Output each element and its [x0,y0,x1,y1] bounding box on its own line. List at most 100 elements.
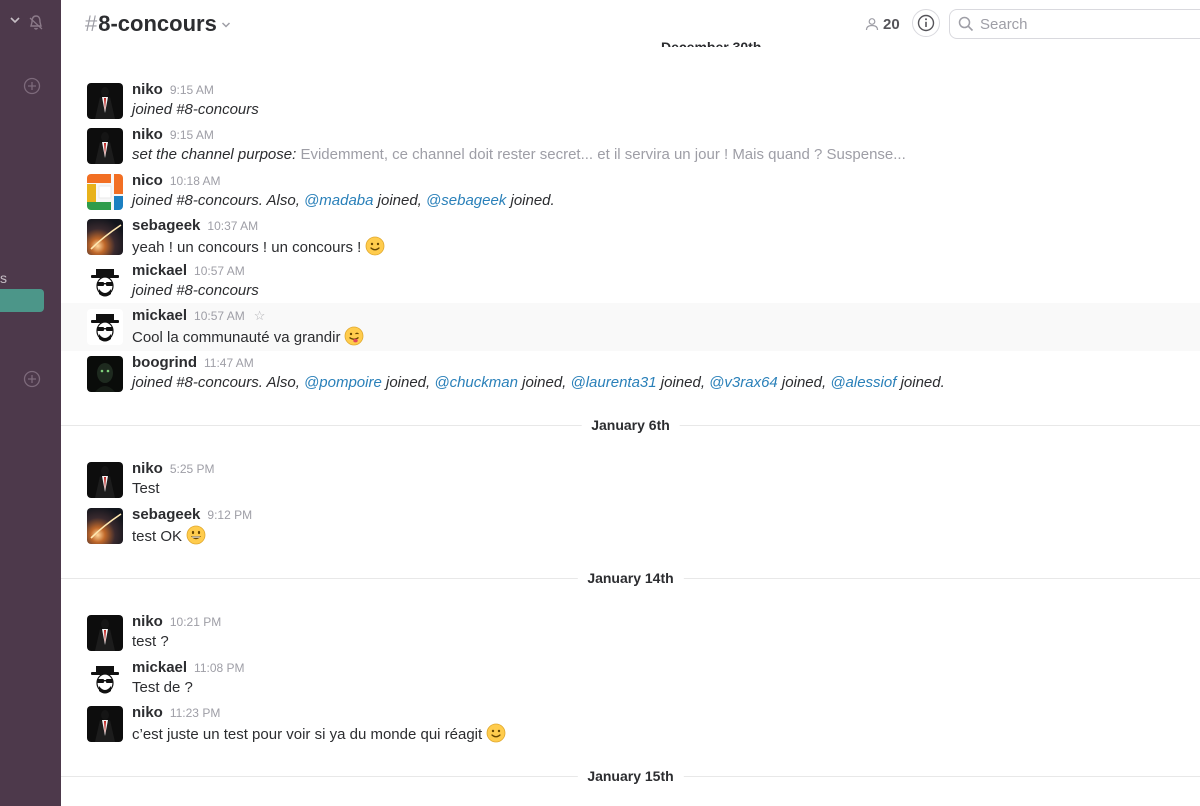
avatar[interactable] [87,174,123,210]
date-divider-label: January 6th [581,415,680,435]
message-item[interactable]: mickael 11:08 PM Test de ? [61,659,1200,703]
bell-icon[interactable] [27,14,45,32]
message-item-hovered[interactable]: mickael 10:57 AM ☆ Cool la communauté va g… [61,303,1200,351]
author-name[interactable]: mickael [132,262,187,279]
user-mention[interactable]: @pompoire [304,374,382,391]
message-text: joined #8-concours [132,282,259,299]
message-text-part: joined, [777,374,831,391]
user-mention[interactable]: @laurenta31 [571,374,657,391]
message-item[interactable]: niko 10:21 PM test ? [61,613,1200,657]
message-text-part: joined, [381,374,435,391]
message-text: Test de ? [132,679,193,696]
timestamp[interactable]: 10:37 AM [207,219,258,233]
author-name[interactable]: mickael [132,659,187,676]
date-divider-label: January 15th [577,766,684,786]
user-mention[interactable]: @sebageek [426,192,506,209]
sidebar: s [0,0,61,806]
chevron-down-icon[interactable] [9,14,21,26]
add-channel-icon[interactable] [23,77,41,95]
channel-info-button[interactable] [912,9,940,37]
author-name[interactable]: niko [132,704,163,721]
author-name[interactable]: nico [132,172,163,189]
avatar[interactable] [87,219,123,255]
channel-header: #8-concours 20 [61,0,1200,48]
channel-hash: # [85,11,98,36]
author-name[interactable]: niko [132,126,163,143]
smile-emoji-icon[interactable] [365,236,385,256]
message-item[interactable]: boogrind 11:47 AM joined #8-concours. Als… [61,354,1200,398]
message-item[interactable]: mickael 10:57 AM joined #8-concours [61,262,1200,306]
message-item[interactable]: niko 9:15 AM joined #8-concours [61,81,1200,125]
message-item[interactable]: niko 5:25 PM Test [61,460,1200,504]
smile-emoji-icon[interactable] [486,723,506,743]
message-text: Test [132,480,160,497]
message-item[interactable]: sebageek 10:37 AM yeah ! un concours ! un… [61,217,1200,261]
message-list: niko 9:15 AM joined #8-concours niko 9:15 … [61,48,1200,806]
timestamp[interactable]: 10:21 PM [170,615,221,629]
timestamp[interactable]: 11:23 PM [170,706,220,720]
timestamp[interactable]: 10:18 AM [170,174,221,188]
timestamp[interactable]: 9:15 AM [170,128,214,142]
message-text-part: joined #8-concours. Also, [132,192,305,209]
user-mention[interactable]: @v3rax64 [709,374,778,391]
message-text-part: joined. [896,374,945,391]
info-icon [917,14,935,32]
star-icon[interactable]: ☆ [254,308,266,324]
message-text-part: joined, [373,192,427,209]
message-item[interactable]: nico 10:18 AM joined #8-concours. Also, @… [61,172,1200,216]
message-item[interactable]: niko 9:15 AM set the channel purpose: Evi… [61,126,1200,170]
channel-title[interactable]: #8-concours [85,10,231,38]
avatar[interactable] [87,128,123,164]
avatar[interactable] [87,508,123,544]
message-text-part: yeah ! un concours ! un concours ! [132,239,362,256]
author-name[interactable]: boogrind [132,354,197,371]
add-direct-message-icon[interactable] [23,370,41,388]
avatar[interactable] [87,264,123,300]
message-text: joined #8-concours. Also, @pompoire join… [132,373,945,393]
message-text: set the channel purpose: Evidemment, ce … [132,145,906,165]
avatar[interactable] [87,661,123,697]
sidebar-item-active-channel[interactable] [0,289,44,312]
date-divider: January 6th [61,415,1200,435]
search-box[interactable] [949,9,1200,39]
author-name[interactable]: niko [132,613,163,630]
wink-tongue-emoji-icon[interactable] [344,326,364,346]
author-name[interactable]: sebageek [132,217,200,234]
timestamp[interactable]: 10:57 AM [194,309,245,323]
timestamp[interactable]: 9:15 AM [170,83,214,97]
timestamp[interactable]: 11:47 AM [204,356,254,370]
timestamp[interactable]: 5:25 PM [170,462,215,476]
message-text-part: joined #8-concours. Also, [132,374,305,391]
date-divider-label: January 14th [577,568,684,588]
author-name[interactable]: mickael [132,307,187,324]
message-item[interactable]: sebageek 9:12 PM test OK [61,506,1200,550]
message-text: Cool la communauté va grandir [132,326,364,346]
author-name[interactable]: niko [132,460,163,477]
user-mention[interactable]: @alessiof [830,374,896,391]
message-item[interactable]: niko 11:23 PM c’est juste un test pour vo… [61,704,1200,748]
sidebar-label-fragment: s [0,270,7,286]
message-text: c’est juste un test pour voir si ya du m… [132,723,506,743]
avatar[interactable] [87,706,123,742]
avatar[interactable] [87,462,123,498]
author-name[interactable]: niko [132,81,163,98]
message-text: test ? [132,633,169,650]
timestamp[interactable]: 9:12 PM [207,508,252,522]
avatar[interactable] [87,356,123,392]
date-divider: January 14th [61,568,1200,588]
author-name[interactable]: sebageek [132,506,200,523]
user-mention[interactable]: @chuckman [434,374,518,391]
member-count: 20 [883,15,900,33]
avatar[interactable] [87,83,123,119]
avatar[interactable] [87,309,123,345]
date-divider: January 15th [61,766,1200,786]
grin-emoji-icon[interactable] [186,525,206,545]
user-mention[interactable]: @madaba [304,192,373,209]
timestamp[interactable]: 10:57 AM [194,264,245,278]
timestamp[interactable]: 11:08 PM [194,661,244,675]
search-input[interactable] [980,15,1180,33]
member-count-button[interactable]: 20 [865,15,900,33]
search-icon [958,16,974,32]
avatar[interactable] [87,615,123,651]
message-text-part: Cool la communauté va grandir [132,329,341,346]
